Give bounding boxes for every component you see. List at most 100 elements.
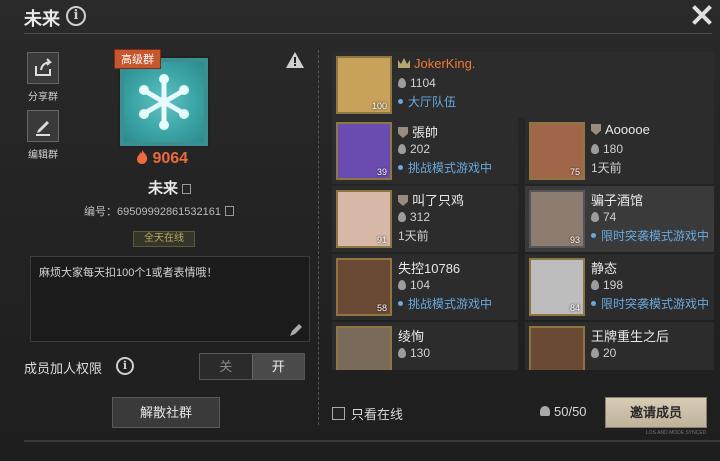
group-heat-value: 9064	[152, 150, 189, 167]
member-status-text: 挑战模式游戏中	[408, 161, 493, 175]
group-name: 未来	[148, 177, 192, 198]
member-card[interactable]: 84 静态 198 限时突袭模式游戏中	[525, 254, 714, 320]
member-name-text: 叫了只鸡	[412, 193, 465, 208]
person-icon	[540, 406, 550, 416]
share-group-label: 分享群	[28, 92, 58, 103]
copy-icon[interactable]	[182, 184, 192, 194]
dissolve-group-button[interactable]: 解散社群	[112, 397, 220, 428]
group-panel: 未来 i 分享群 编辑群 高级群 9064 未来 编号：695099928615…	[0, 0, 720, 461]
watermark: LOS AND MODE SYNCED	[646, 430, 707, 436]
copy-icon[interactable]	[225, 206, 235, 216]
member-count-text: 50/50	[554, 404, 587, 419]
group-notice[interactable]: 麻烦大家每天扣100个1或者表情哦！	[30, 256, 310, 342]
flame-icon	[398, 144, 406, 154]
member-heat-value: 202	[410, 142, 431, 156]
avatar: 39	[336, 122, 392, 180]
member-name: 叫了只鸡	[398, 190, 464, 209]
member-name: 張帥	[398, 122, 438, 141]
member-name: 绫恂	[398, 329, 425, 344]
avatar: 100	[336, 56, 392, 114]
flame-icon	[137, 150, 148, 164]
share-group-button[interactable]: 分享群	[24, 52, 62, 103]
member-heat: 180	[591, 142, 623, 156]
info-icon[interactable]: i	[116, 357, 134, 375]
member-heat-value: 74	[603, 210, 617, 224]
member-card[interactable]: 39 張帥 202 挑战模式游戏中	[332, 118, 518, 184]
member-card[interactable]: 王牌重生之后 20	[525, 322, 714, 370]
avatar: 84	[529, 258, 585, 316]
group-id: 编号：69509992861532161	[84, 203, 235, 219]
flame-icon	[591, 348, 599, 358]
rank-icon	[591, 124, 601, 135]
member-level: 75	[569, 167, 580, 177]
group-id-text: 编号：69509992861532161	[84, 206, 222, 218]
snowflake-icon	[124, 62, 204, 142]
member-level: 91	[376, 235, 387, 245]
toggle-on[interactable]: 开	[251, 354, 304, 379]
member-heat-value: 198	[603, 278, 624, 292]
flame-icon	[398, 280, 406, 290]
flame-icon	[398, 78, 406, 88]
page-title: 未来	[24, 9, 60, 29]
member-name: Aooooe	[591, 122, 650, 137]
member-card[interactable]: 91 叫了只鸡 312 1天前	[332, 186, 518, 252]
warning-icon[interactable]	[285, 51, 305, 74]
member-level: 93	[569, 235, 580, 245]
avatar: 91	[336, 190, 392, 248]
permission-toggle[interactable]: 关 开	[199, 353, 305, 380]
bottom-bar	[24, 440, 720, 442]
member-name-text: Aooooe	[605, 122, 650, 137]
group-heat: 9064	[136, 150, 188, 168]
member-heat: 312	[398, 210, 430, 224]
flame-icon	[591, 280, 599, 290]
member-card[interactable]: 93 骗子酒馆 74 限时突袭模式游戏中	[525, 186, 714, 252]
member-heat-value: 180	[603, 142, 624, 156]
member-level: 100	[371, 101, 387, 111]
only-online-checkbox[interactable]: 只看在线	[332, 404, 403, 423]
member-card[interactable]: 75 Aooooe 180 1天前	[525, 118, 714, 184]
member-card[interactable]: 100 JokerKing. 1104 大厅队伍	[332, 52, 714, 118]
online-tag: 全天在线	[133, 231, 195, 247]
member-level: 84	[569, 303, 580, 313]
flame-icon	[398, 212, 406, 222]
member-count: 50/50	[540, 404, 587, 419]
member-status-text: 限时突袭模式游戏中	[601, 229, 710, 243]
member-heat-value: 312	[410, 210, 431, 224]
toggle-off[interactable]: 关	[200, 354, 252, 379]
member-status: 限时突袭模式游戏中	[591, 295, 709, 312]
edit-group-button[interactable]: 编辑群	[24, 110, 62, 161]
crown-icon	[398, 58, 410, 68]
member-status: 大厅队伍	[398, 93, 456, 110]
member-status-text: 限时突袭模式游戏中	[601, 297, 710, 311]
member-status-text: 挑战模式游戏中	[408, 297, 493, 311]
rank-icon	[398, 195, 408, 206]
member-heat: 1104	[398, 76, 436, 90]
member-card[interactable]: 绫恂 130	[332, 322, 518, 370]
invite-members-button[interactable]: 邀请成员	[605, 397, 707, 428]
avatar	[529, 326, 585, 370]
member-card[interactable]: 58 失控10786 104 挑战模式游戏中	[332, 254, 518, 320]
online-dot	[398, 99, 403, 104]
share-icon	[27, 52, 59, 84]
member-status: 挑战模式游戏中	[398, 159, 492, 176]
pencil-icon[interactable]	[289, 323, 303, 337]
flame-icon	[398, 348, 406, 358]
checkbox[interactable]	[332, 407, 345, 420]
member-name: 王牌重生之后	[591, 329, 670, 344]
member-status: 1天前	[591, 161, 622, 175]
online-dot	[398, 301, 403, 306]
rank-icon	[398, 127, 408, 138]
permission-label: 成员加人权限	[24, 361, 103, 376]
panel-divider	[318, 50, 319, 425]
member-name: JokerKing.	[398, 56, 475, 71]
group-name-text: 未来	[148, 180, 179, 197]
member-name: 骗子酒馆	[591, 193, 644, 208]
member-name-text: JokerKing.	[414, 56, 476, 71]
member-heat-value: 130	[410, 346, 431, 360]
group-avatar[interactable]	[118, 56, 210, 148]
close-icon[interactable]	[690, 3, 714, 27]
avatar: 58	[336, 258, 392, 316]
info-icon[interactable]: i	[66, 6, 86, 26]
member-heat-value: 104	[410, 278, 431, 292]
member-heat: 202	[398, 142, 430, 156]
